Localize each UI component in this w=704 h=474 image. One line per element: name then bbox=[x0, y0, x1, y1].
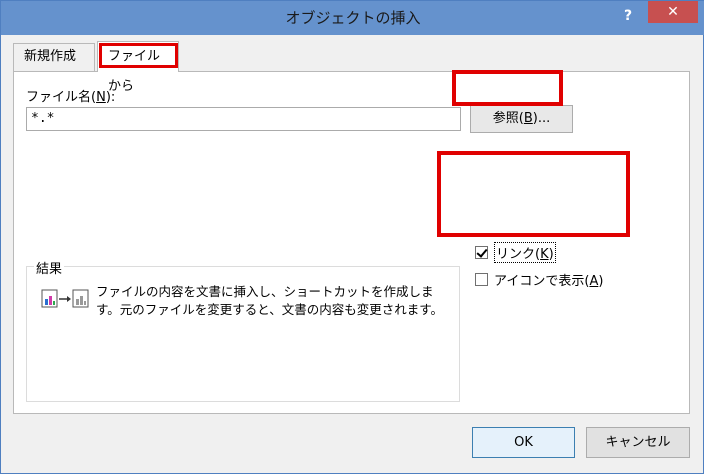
link-checkbox[interactable] bbox=[475, 246, 488, 259]
from-file-panel: ファイル名(N): *.* 参照(B)... リンク(K) アイコンで表示(A)… bbox=[13, 71, 690, 414]
file-name-input[interactable]: *.* bbox=[26, 107, 461, 131]
tab-from-file[interactable]: ファイルから bbox=[97, 41, 179, 94]
result-description: ファイルの内容を文書に挿入し、ショートカットを作成します。元のファイルを変更する… bbox=[96, 284, 444, 317]
display-as-icon-checkbox[interactable] bbox=[475, 273, 488, 286]
link-label: リンク(K) bbox=[494, 242, 556, 263]
file-name-label: ファイル名(N): bbox=[26, 90, 115, 105]
display-as-icon-label: アイコンで表示(A) bbox=[494, 274, 604, 289]
linked-file-icon bbox=[41, 289, 89, 308]
browse-button[interactable]: 参照(B)... bbox=[470, 105, 573, 133]
ok-button[interactable]: OK bbox=[472, 427, 575, 458]
link-option[interactable]: リンク(K) bbox=[475, 242, 556, 263]
tab-create-new[interactable]: 新規作成 bbox=[13, 43, 95, 71]
window-title: オブジェクトの挿入 bbox=[285, 9, 421, 27]
insert-object-dialog: オブジェクトの挿入 ? ✕ 新規作成 ファイルから ファイル名(N): *.* … bbox=[0, 0, 704, 474]
cancel-button[interactable]: キャンセル bbox=[586, 427, 690, 458]
close-button[interactable]: ✕ bbox=[648, 1, 698, 23]
display-as-icon-option[interactable]: アイコンで表示(A) bbox=[475, 270, 603, 289]
dialog-client-area: 新規作成 ファイルから ファイル名(N): *.* 参照(B)... リンク(K… bbox=[6, 35, 700, 470]
result-title: 結果 bbox=[34, 258, 65, 277]
title-bar[interactable]: オブジェクトの挿入 ? ✕ bbox=[1, 1, 704, 35]
help-button[interactable]: ? bbox=[613, 5, 643, 27]
